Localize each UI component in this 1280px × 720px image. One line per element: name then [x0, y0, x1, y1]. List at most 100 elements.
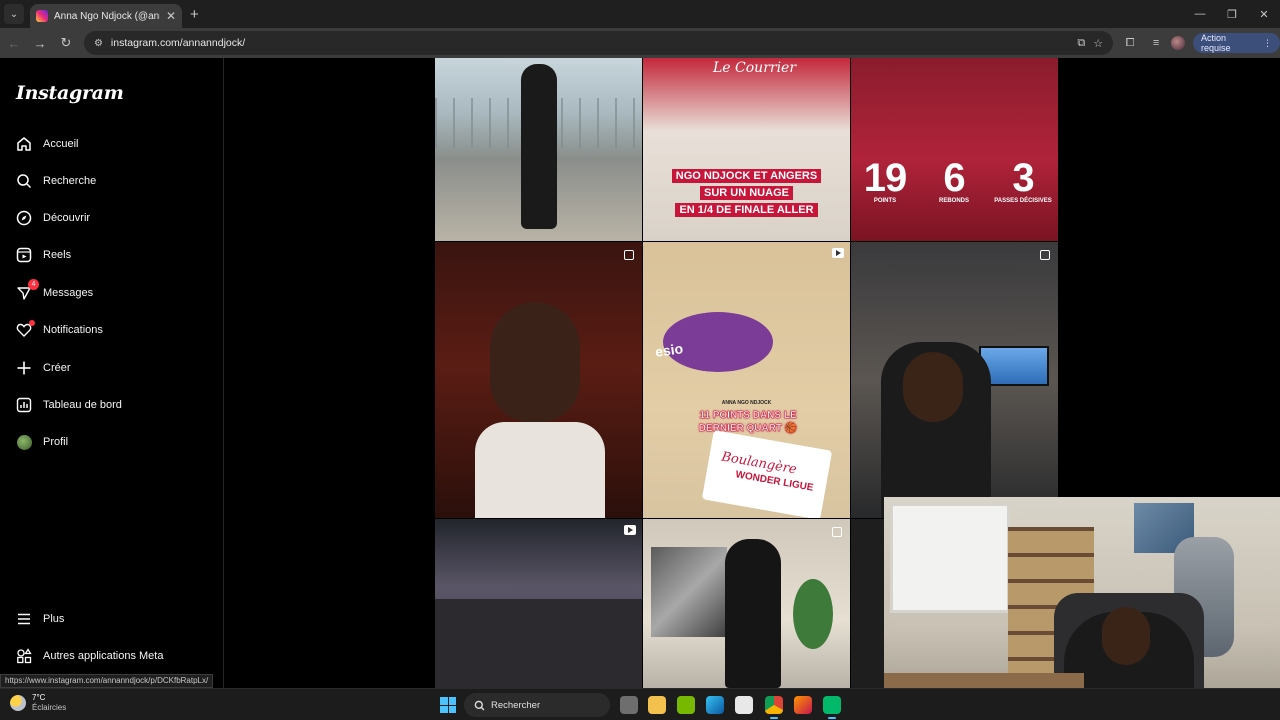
webcam-overlay	[884, 497, 1280, 720]
edge-icon[interactable]	[706, 696, 724, 714]
sidebar-item-home[interactable]: Accueil	[16, 129, 212, 159]
search-icon	[16, 173, 32, 189]
reload-icon[interactable]: ↻	[54, 31, 78, 55]
taskbar-search-box[interactable]: Rechercher	[464, 693, 610, 717]
sidebar-item-create[interactable]: Créer	[16, 353, 212, 383]
address-bar[interactable]: ⚙ instagram.com/annanndjock/ ⧉ ☆	[83, 31, 1114, 55]
notification-dot-badge	[29, 320, 35, 326]
messages-count-badge: 4	[28, 279, 39, 290]
post-thumbnail[interactable]	[851, 242, 1058, 518]
stat-label: REBONDS	[938, 198, 969, 204]
tab-title: Anna Ngo Ndjock (@annanndjock)	[54, 10, 160, 22]
weather-condition: Éclaircies	[32, 703, 67, 712]
new-tab-plus-icon[interactable]: +	[190, 6, 199, 23]
carousel-icon	[832, 527, 842, 537]
post-thumbnail[interactable]	[435, 58, 642, 241]
post-thumbnail[interactable]: esio ANNA NGO NDJOCK 11 POINTS DANS LE D…	[643, 242, 850, 518]
home-icon	[16, 136, 32, 152]
webcam-head	[1102, 607, 1150, 665]
sidebar-item-label: Autres applications Meta	[43, 650, 164, 662]
headline-line: SUR UN NUAGE	[700, 186, 793, 200]
dashboard-icon	[16, 397, 32, 413]
sidebar-item-label: Recherche	[43, 175, 97, 187]
meta-apps-icon	[16, 648, 32, 664]
sidebar-item-label: Notifications	[43, 324, 103, 336]
sidebar-item-dashboard[interactable]: Tableau de bord	[16, 390, 212, 420]
sidebar-item-notifications[interactable]: Notifications	[16, 315, 212, 345]
close-window-icon[interactable]: ✕	[1248, 0, 1280, 28]
address-url[interactable]: instagram.com/annanndjock/	[111, 37, 1069, 49]
caption-line: 11 POINTS DANS LE	[699, 410, 797, 421]
minimize-icon[interactable]: —	[1184, 0, 1216, 28]
post-thumbnail[interactable]	[435, 242, 642, 518]
post-headline: NGO NDJOCK ET ANGERS SUR UN NUAGE EN 1/4…	[659, 168, 834, 219]
toolbar-actions: ⧠ ≡ Action requise ⋮	[1119, 32, 1280, 54]
browser-tab[interactable]: Anna Ngo Ndjock (@annanndjock) ✕	[30, 4, 182, 28]
stat-label: PASSES DÉCISIVES	[994, 198, 1052, 204]
instagram-favicon-icon	[36, 10, 48, 22]
install-app-icon[interactable]: ⧉	[1077, 37, 1085, 50]
carousel-icon	[1040, 250, 1050, 260]
sidebar-item-reels[interactable]: Reels	[16, 240, 212, 270]
reels-icon	[16, 247, 32, 263]
webcam-window	[890, 503, 1010, 613]
instagram-sidebar: Instagram Accueil Recherche Découvrir Re…	[0, 58, 224, 688]
sidebar-item-explore[interactable]: Découvrir	[16, 203, 212, 233]
messenger-icon: 4	[16, 279, 39, 301]
window-controls: — ❐ ✕	[1184, 0, 1280, 28]
sidebar-item-search[interactable]: Recherche	[16, 166, 212, 196]
sidebar-item-more[interactable]: Plus	[16, 604, 212, 634]
post-thumbnail[interactable]	[435, 519, 642, 688]
taskbar-search-label: Rechercher	[491, 699, 541, 711]
menu-icon	[16, 611, 32, 627]
photo-person	[725, 539, 781, 688]
back-arrow-icon[interactable]: ←	[2, 31, 26, 55]
photo-face	[903, 352, 963, 422]
reel-icon	[832, 248, 844, 258]
restore-icon[interactable]: ❐	[1216, 0, 1248, 28]
weather-widget[interactable]: 7°C Éclaircies	[10, 693, 66, 713]
headline-line: NGO NDJOCK ET ANGERS	[671, 169, 822, 183]
store-icon[interactable]	[735, 696, 753, 714]
windows-start-icon[interactable]	[440, 697, 456, 713]
file-explorer-icon[interactable]	[648, 696, 666, 714]
sidebar-item-label: Découvrir	[43, 212, 91, 224]
task-view-icon[interactable]	[620, 696, 638, 714]
nvidia-icon[interactable]	[677, 696, 695, 714]
tab-close-icon[interactable]: ✕	[166, 9, 176, 23]
firefox-icon[interactable]	[794, 696, 812, 714]
site-info-icon[interactable]: ⚙	[94, 38, 103, 49]
carousel-icon	[624, 250, 634, 260]
weather-temperature: 7°C	[32, 693, 46, 702]
post-thumbnail[interactable]	[643, 519, 850, 688]
post-caption-small: ANNA NGO NDJOCK	[721, 400, 772, 406]
profile-avatar-icon[interactable]	[1171, 36, 1186, 50]
action-required-button[interactable]: Action requise ⋮	[1193, 33, 1280, 53]
windows-taskbar: 7°C Éclaircies Rechercher	[0, 688, 1280, 720]
sidebar-item-messages[interactable]: 4 Messages	[16, 278, 212, 308]
reading-list-icon[interactable]: ≡	[1145, 32, 1167, 54]
post-thumbnail[interactable]: 19 POINTS 6 REBONDS 3 PASSES DÉCISIVES	[851, 58, 1058, 241]
kebab-menu-icon: ⋮	[1263, 37, 1272, 48]
stat-value: 19	[863, 156, 908, 200]
extensions-icon[interactable]: ⧠	[1119, 32, 1141, 54]
instagram-logo[interactable]: Instagram	[16, 82, 124, 104]
sidebar-item-label: Tableau de bord	[43, 399, 122, 411]
app-icon[interactable]	[823, 696, 841, 719]
photo-artwork	[651, 547, 727, 637]
weather-partly-sunny-icon	[10, 695, 26, 711]
compass-icon	[16, 210, 32, 226]
tab-search-chevron-icon[interactable]: ⌄	[4, 4, 24, 24]
sidebar-item-label: Plus	[43, 613, 65, 625]
sidebar-item-profile[interactable]: Profil	[16, 427, 212, 457]
browser-toolbar: ← → ↻ ⚙ instagram.com/annanndjock/ ⧉ ☆ ⧠…	[0, 28, 1280, 58]
chrome-icon[interactable]	[765, 696, 783, 719]
sidebar-item-meta-apps[interactable]: Autres applications Meta	[16, 641, 212, 671]
stat-points: 19 POINTS	[855, 158, 915, 204]
photo-person	[521, 64, 557, 229]
photo-plant	[793, 579, 833, 649]
forward-arrow-icon[interactable]: →	[28, 31, 52, 55]
browser-tabstrip: ⌄ Anna Ngo Ndjock (@annanndjock) ✕ + — ❐…	[0, 0, 1280, 28]
bookmark-star-icon[interactable]: ☆	[1093, 37, 1103, 50]
post-thumbnail[interactable]: Le Courrier NGO NDJOCK ET ANGERS SUR UN …	[643, 58, 850, 241]
